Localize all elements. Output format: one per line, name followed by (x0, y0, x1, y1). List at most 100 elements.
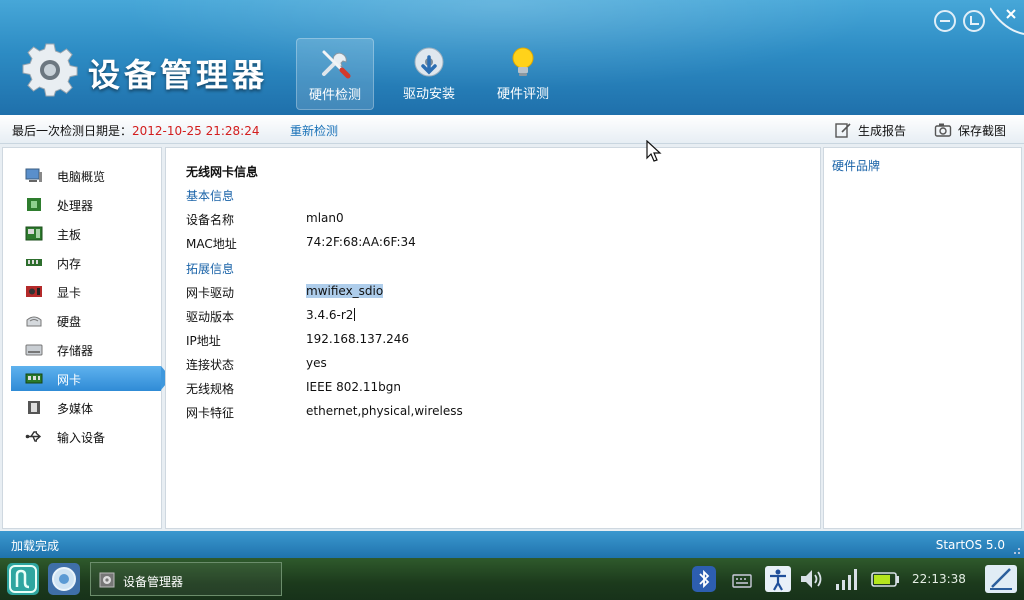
sidebar-item-input[interactable]: 输入设备 (11, 424, 161, 449)
task-label: 设备管理器 (123, 575, 184, 589)
taskbar-task-device-manager[interactable]: 设备管理器 (90, 562, 282, 596)
info-key: 驱动版本 (186, 310, 235, 324)
info-key: 无线规格 (186, 382, 235, 396)
os-version: StartOS 5.0 (935, 538, 1005, 552)
resize-grip-icon[interactable] (1011, 545, 1021, 555)
keyboard-icon[interactable] (731, 565, 753, 593)
multimedia-icon (28, 401, 40, 414)
sidebar-item-cpu[interactable]: 处理器 (11, 192, 161, 217)
hard-disk-icon (26, 316, 42, 327)
main-area: 电脑概览 处理器 主板 内存 显卡 硬盘 存储器 网卡 多媒体 输入设备 无线网… (0, 144, 1024, 531)
tab-label: 硬件评测 (496, 87, 549, 102)
disc-install-icon (414, 47, 444, 77)
camera-icon (934, 123, 952, 137)
sidebar-item-label: 硬盘 (57, 315, 82, 329)
cpu-icon (27, 198, 41, 211)
sidebar-item-label: 存储器 (57, 344, 94, 358)
generate-report-button[interactable]: 生成报告 (834, 120, 906, 140)
brand-panel: 硬件品牌 (823, 147, 1022, 529)
info-value: ethernet,physical,wireless (306, 404, 463, 418)
tab-hardware-detect[interactable]: 硬件检测 (296, 38, 374, 110)
sidebar-item-memory[interactable]: 内存 (11, 250, 161, 275)
mouse-pointer-icon (646, 140, 662, 162)
close-icon (989, 7, 1024, 35)
gear-small-icon (99, 572, 115, 588)
info-bar: 最后一次检测日期是：2012-10-25 21:28:24 重新检测 生成报告 … (0, 115, 1024, 144)
sidebar-item-graphics[interactable]: 显卡 (11, 279, 161, 304)
tab-label: 硬件检测 (308, 88, 361, 103)
save-screenshot-button[interactable]: 保存截图 (934, 120, 1006, 140)
start-menu-button[interactable] (7, 563, 39, 595)
wrench-screwdriver-icon (322, 50, 351, 79)
info-key: MAC地址 (186, 237, 237, 251)
info-key: 连接状态 (186, 358, 235, 372)
tab-hardware-benchmark[interactable]: 硬件评测 (484, 38, 562, 110)
sidebar-item-label: 电脑概览 (57, 170, 106, 184)
usb-icon (25, 431, 42, 442)
browser-icon (52, 567, 76, 591)
tab-driver-install[interactable]: 驱动安装 (390, 38, 468, 110)
sidebar-item-network[interactable]: 网卡 (11, 366, 171, 391)
sidebar-item-label: 显卡 (57, 286, 82, 300)
info-value: mlan0 (306, 211, 344, 225)
bluetooth-icon[interactable] (690, 565, 718, 593)
app-title: 设备管理器 (88, 56, 269, 94)
last-check-value: 2012-10-25 21:28:24 (132, 124, 260, 138)
storage-icon (25, 344, 43, 356)
clock: 22:13:38 (912, 572, 966, 586)
extended-info-title: 拓展信息 (186, 262, 235, 276)
save-screenshot-label: 保存截图 (958, 123, 1007, 138)
sidebar: 电脑概览 处理器 主板 内存 显卡 硬盘 存储器 网卡 多媒体 输入设备 (2, 147, 171, 529)
battery-icon[interactable] (870, 565, 902, 593)
startos-logo-icon (9, 565, 37, 593)
report-edit-icon (835, 123, 851, 138)
signal-icon[interactable] (833, 565, 861, 593)
recheck-link[interactable]: 重新检测 (290, 122, 338, 139)
info-value-selected[interactable]: mwifiex_sdio (306, 284, 384, 298)
info-value-text: 3.4.6-r2 (306, 308, 354, 322)
detail-panel: 无线网卡信息 基本信息 设备名称 mlan0 MAC地址 74:2F:68:AA… (165, 147, 821, 529)
computer-icon (25, 168, 42, 182)
gear-logo-icon (22, 43, 78, 97)
sidebar-item-multimedia[interactable]: 多媒体 (11, 395, 161, 420)
text-caret (354, 308, 356, 321)
sidebar-item-label: 输入设备 (57, 431, 106, 445)
sidebar-item-label: 网卡 (57, 373, 82, 387)
info-value[interactable]: 3.4.6-r2 (306, 308, 356, 322)
sidebar-item-overview[interactable]: 电脑概览 (11, 163, 161, 188)
accessibility-icon[interactable] (764, 565, 792, 593)
status-bar: 加载完成 StartOS 5.0 (0, 531, 1024, 558)
generate-report-label: 生成报告 (858, 123, 907, 138)
sidebar-item-label: 主板 (57, 228, 82, 242)
sidebar-item-motherboard[interactable]: 主板 (11, 221, 161, 246)
sidebar-item-label: 内存 (57, 257, 82, 271)
info-value: IEEE 802.11bgn (306, 380, 401, 394)
sidebar-item-label: 处理器 (57, 199, 94, 213)
basic-info-title: 基本信息 (186, 189, 235, 203)
sidebar-item-harddisk[interactable]: 硬盘 (11, 308, 161, 333)
status-text: 加载完成 (11, 539, 60, 553)
last-check-label: 最后一次检测日期是： (12, 124, 133, 138)
tab-label: 驱动安装 (402, 87, 455, 102)
info-key: 网卡特征 (186, 406, 235, 420)
volume-icon[interactable] (797, 565, 825, 593)
network-card-icon (25, 373, 43, 384)
close-button[interactable] (989, 0, 1024, 36)
motherboard-icon (25, 226, 43, 241)
graphics-card-icon (26, 286, 42, 297)
info-key: 网卡驱动 (186, 286, 235, 300)
brand-title: 硬件品牌 (832, 159, 881, 173)
minimize-button[interactable] (934, 10, 956, 32)
minimize-icon (940, 20, 950, 22)
restore-button[interactable] (963, 10, 985, 32)
sidebar-item-storage[interactable]: 存储器 (11, 337, 161, 362)
info-value: 192.168.137.246 (306, 332, 410, 346)
show-desktop-icon[interactable] (984, 563, 1018, 595)
taskbar: 设备管理器 22:13:38 (0, 558, 1024, 600)
sidebar-item-label: 多媒体 (57, 402, 94, 416)
memory-icon (26, 259, 42, 266)
browser-launcher[interactable] (48, 563, 80, 595)
selected-text: mwifiex_sdio (306, 284, 384, 298)
restore-icon (970, 16, 979, 25)
info-value: 74:2F:68:AA:6F:34 (306, 235, 416, 249)
